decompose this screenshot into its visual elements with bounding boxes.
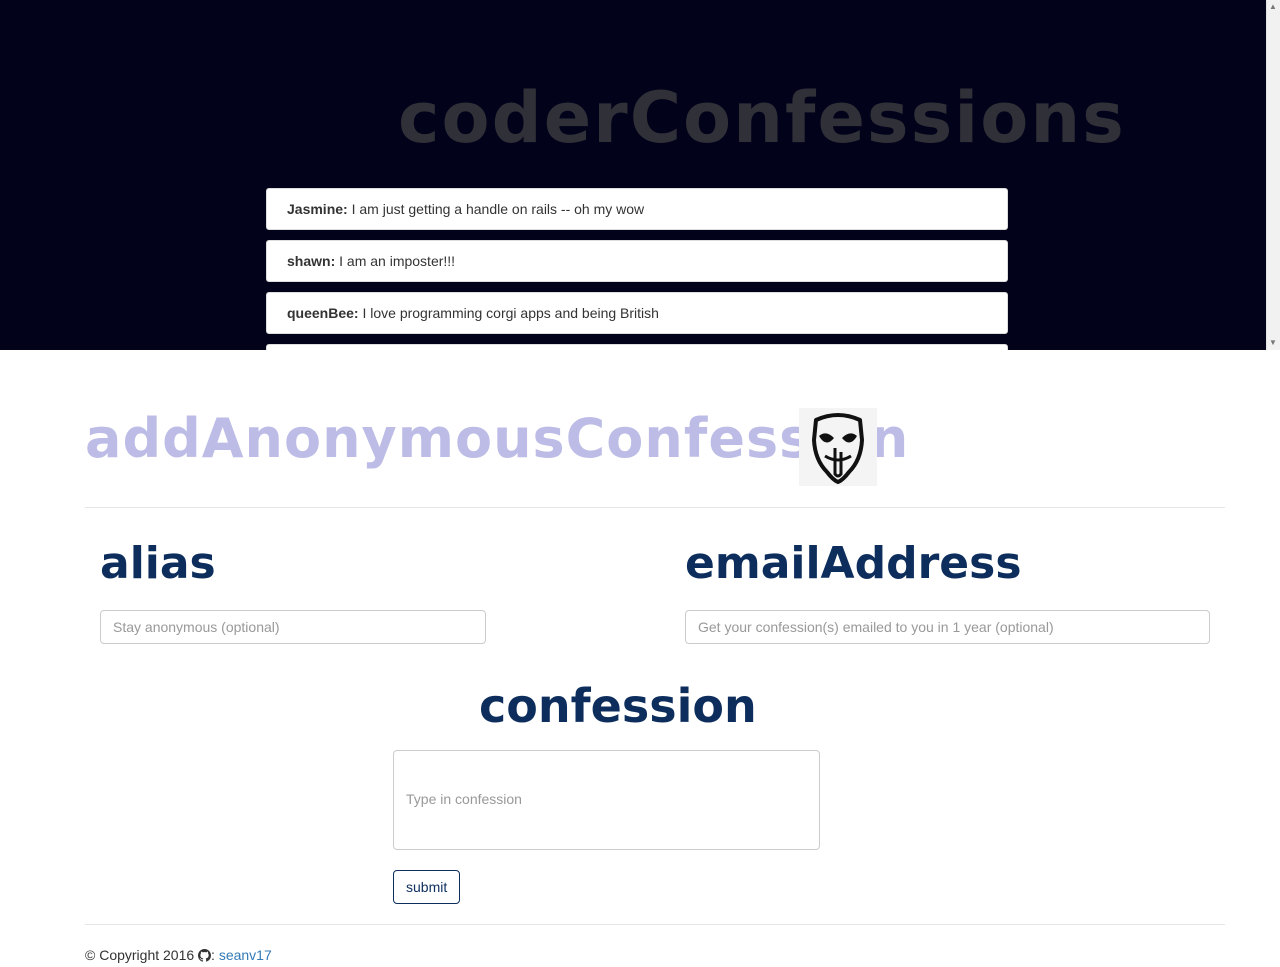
submit-button[interactable]: submit [393, 870, 461, 904]
confession-textarea[interactable] [393, 750, 820, 850]
copyright-text: © Copyright 2016 [85, 947, 195, 963]
confession-text: I am an imposter!!! [335, 253, 456, 269]
email-input[interactable] [685, 610, 1210, 644]
anonymous-mask-icon [799, 408, 877, 486]
alias-label: alias [100, 538, 216, 589]
confession-label: confession [479, 679, 757, 733]
feed-scrollbar[interactable]: ▲ ▼ [1266, 0, 1280, 350]
author-link[interactable]: seanv17 [219, 947, 272, 963]
confession-alias: queenBee: [287, 305, 359, 321]
github-icon [198, 947, 212, 967]
scroll-up-arrow-icon[interactable]: ▲ [1269, 2, 1277, 12]
site-title: coderConfessions [398, 77, 1126, 159]
confession-alias: shawn: [287, 253, 336, 269]
confession-item: shawn: I am an imposter!!! [266, 240, 1008, 282]
confession-item: Jasmine: I am just getting a handle on r… [266, 188, 1008, 230]
confession-item [266, 344, 1008, 350]
confession-item: queenBee: I love programming corgi apps … [266, 292, 1008, 334]
confession-list: Jasmine: I am just getting a handle on r… [266, 188, 1008, 350]
confession-text: I am just getting a handle on rails -- o… [347, 201, 645, 217]
form-heading: addAnonymousConfession [85, 407, 910, 470]
scroll-down-arrow-icon[interactable]: ▼ [1269, 338, 1277, 348]
footer: © Copyright 2016 : seanv17 [85, 945, 272, 967]
scroll-thumb[interactable] [1269, 14, 1278, 194]
confession-feed[interactable]: coderConfessions Jasmine: I am just gett… [0, 0, 1280, 350]
email-label: emailAddress [685, 538, 1022, 589]
confession-text: I love programming corgi apps and being … [358, 305, 659, 321]
confession-alias: Jasmine: [287, 201, 348, 217]
form-divider [85, 507, 1225, 508]
alias-input[interactable] [100, 610, 486, 644]
footer-divider [85, 924, 1225, 925]
footer-separator: : [211, 947, 215, 963]
